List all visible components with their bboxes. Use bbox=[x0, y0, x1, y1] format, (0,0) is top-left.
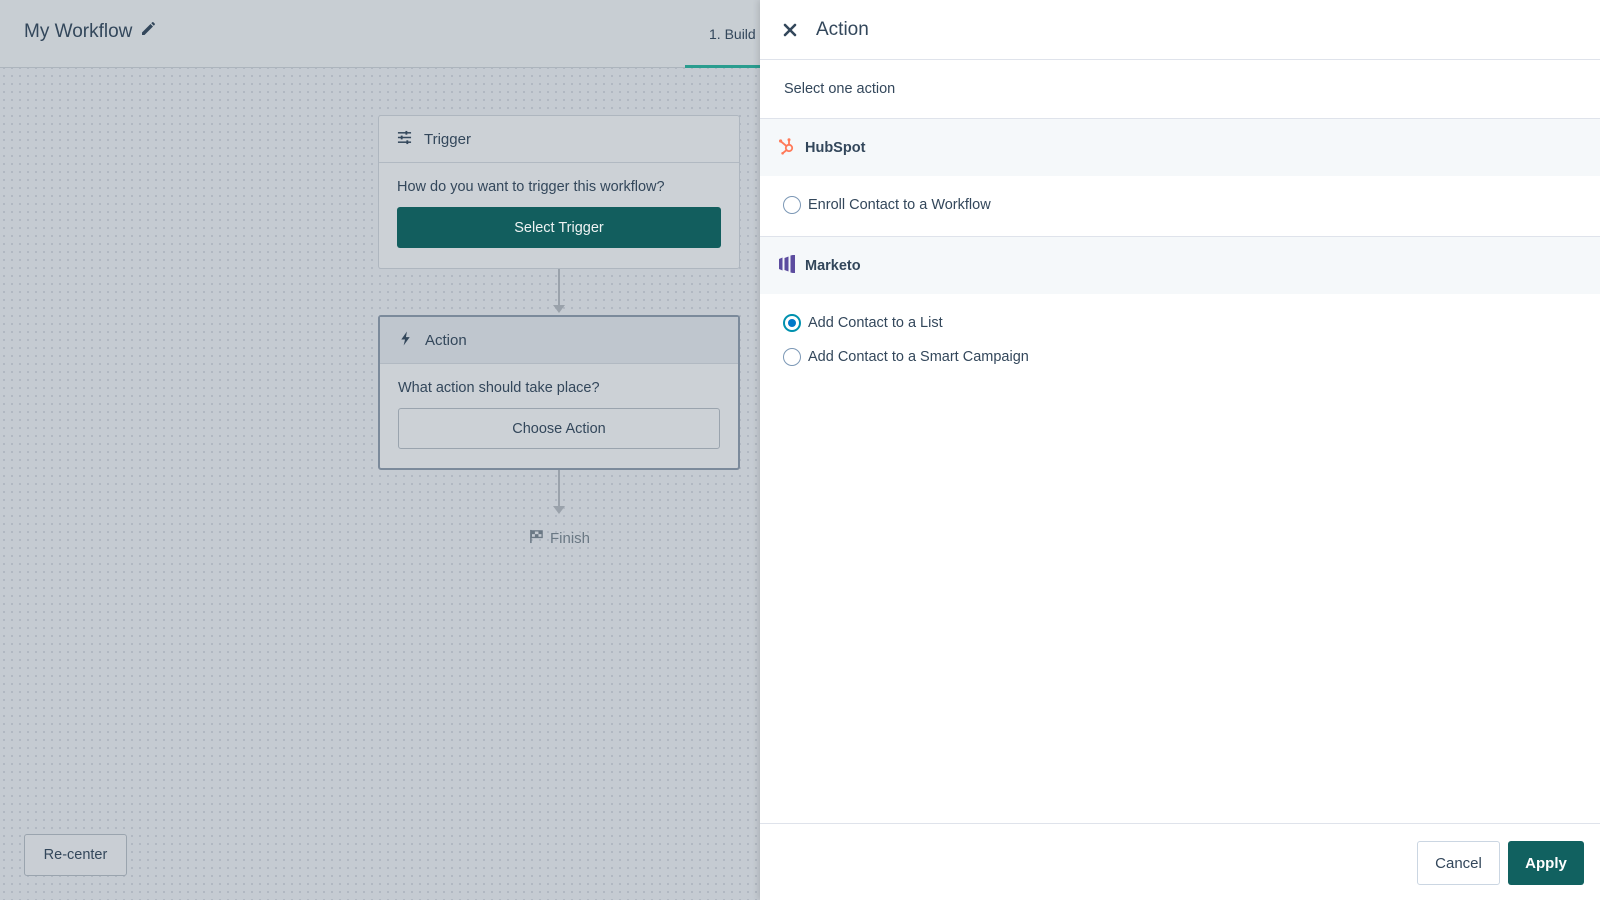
select-one-action-label: Select one action bbox=[760, 60, 1600, 119]
action-node-question: What action should take place? bbox=[398, 380, 600, 396]
group-header-hubspot: HubSpot bbox=[760, 119, 1600, 176]
close-icon[interactable] bbox=[780, 20, 800, 40]
hubspot-logo-icon bbox=[778, 137, 796, 159]
option-enroll-contact-to-workflow[interactable]: Enroll Contact to a Workflow bbox=[760, 188, 1600, 222]
marketo-options: Add Contact to a List Add Contact to a S… bbox=[760, 294, 1600, 388]
action-side-panel: Action Select one action HubSpot Enroll … bbox=[760, 0, 1600, 900]
apply-button[interactable]: Apply bbox=[1508, 841, 1584, 885]
sliders-icon bbox=[397, 130, 412, 149]
cancel-button[interactable]: Cancel bbox=[1417, 841, 1500, 885]
marketo-logo-icon bbox=[778, 254, 796, 277]
finish-node: Finish bbox=[529, 529, 590, 548]
workflow-title-text: My Workflow bbox=[24, 21, 133, 42]
connector-arrow bbox=[553, 506, 565, 514]
group-name-marketo: Marketo bbox=[805, 257, 861, 274]
group-name-hubspot: HubSpot bbox=[805, 139, 866, 156]
connector-line bbox=[558, 470, 560, 506]
option-label: Add Contact to a List bbox=[808, 315, 943, 331]
trigger-node-question: How do you want to trigger this workflow… bbox=[397, 179, 665, 195]
connector-line bbox=[558, 269, 560, 305]
panel-header: Action bbox=[760, 0, 1600, 60]
trigger-node-title: Trigger bbox=[424, 130, 471, 148]
action-node-title: Action bbox=[425, 331, 467, 349]
trigger-node-header: Trigger bbox=[379, 116, 739, 163]
option-label: Enroll Contact to a Workflow bbox=[808, 197, 991, 213]
option-label: Add Contact to a Smart Campaign bbox=[808, 349, 1029, 365]
action-node-header: Action bbox=[380, 317, 738, 364]
select-trigger-button[interactable]: Select Trigger bbox=[397, 207, 721, 248]
panel-footer: Cancel Apply bbox=[760, 823, 1600, 900]
lightning-icon bbox=[398, 330, 413, 350]
connector-arrow bbox=[553, 305, 565, 313]
recenter-button[interactable]: Re-center bbox=[24, 834, 127, 876]
trigger-node[interactable]: Trigger How do you want to trigger this … bbox=[378, 115, 740, 269]
finish-label: Finish bbox=[550, 530, 591, 547]
option-add-contact-to-smart-campaign[interactable]: Add Contact to a Smart Campaign bbox=[760, 340, 1600, 374]
radio-button-selected[interactable] bbox=[783, 314, 801, 332]
action-node[interactable]: Action What action should take place? Ch… bbox=[378, 315, 740, 470]
option-add-contact-to-list[interactable]: Add Contact to a List bbox=[760, 306, 1600, 340]
group-header-marketo: Marketo bbox=[760, 237, 1600, 294]
choose-action-button[interactable]: Choose Action bbox=[398, 408, 720, 449]
flag-icon bbox=[529, 529, 544, 548]
workflow-title[interactable]: My Workflow bbox=[24, 21, 156, 43]
pencil-icon[interactable] bbox=[140, 21, 156, 43]
radio-button[interactable] bbox=[783, 348, 801, 366]
panel-title: Action bbox=[816, 18, 869, 40]
hubspot-options: Enroll Contact to a Workflow bbox=[760, 176, 1600, 237]
radio-button[interactable] bbox=[783, 196, 801, 214]
